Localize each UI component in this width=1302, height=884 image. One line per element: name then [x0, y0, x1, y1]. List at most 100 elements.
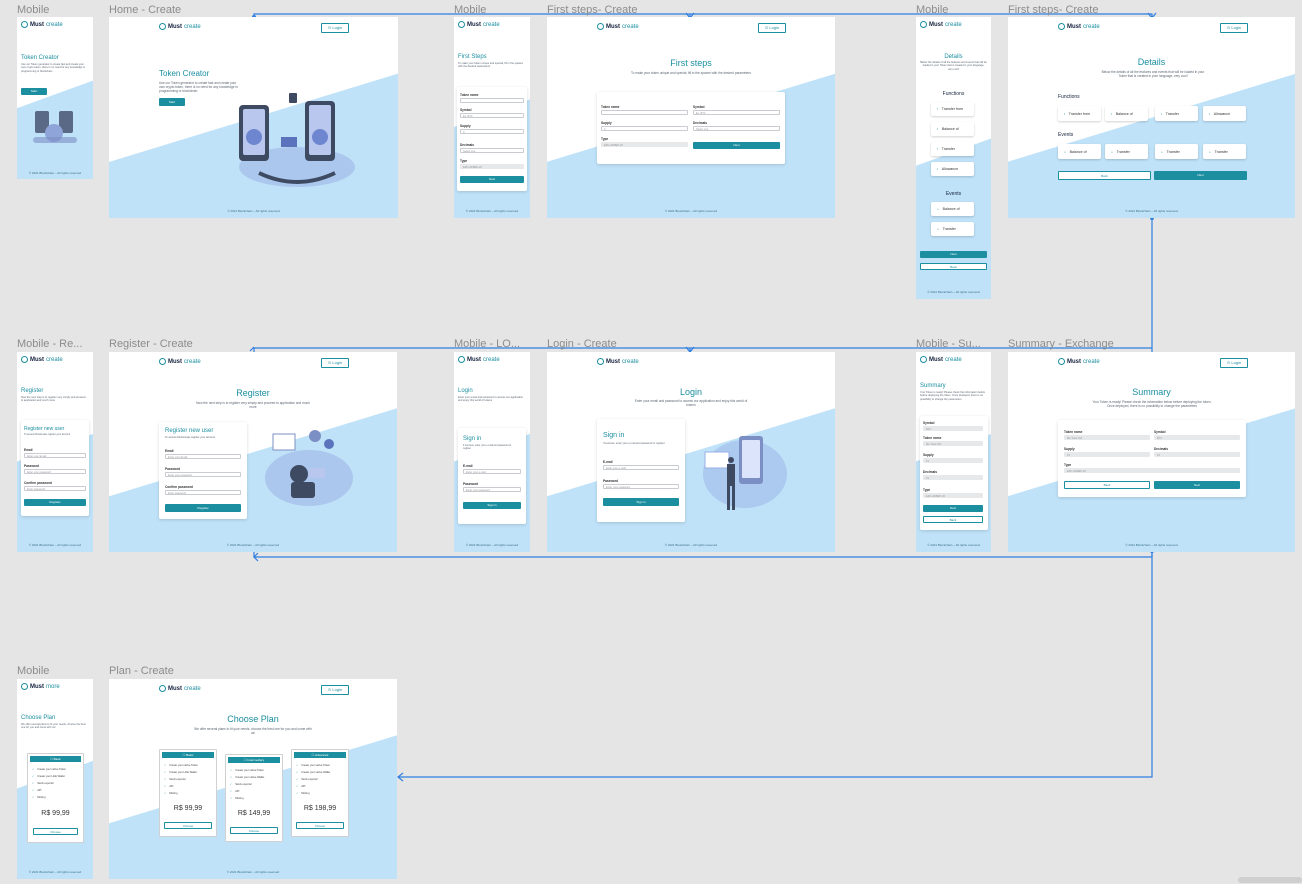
password-input[interactable]: Enter your password: [165, 472, 241, 477]
choose-button[interactable]: Choose: [33, 828, 78, 835]
password-input[interactable]: Enter your password: [603, 484, 679, 489]
next-button[interactable]: Next: [693, 142, 780, 149]
functions-heading: Functions: [942, 91, 965, 97]
confirm-password-input[interactable]: Enter password: [24, 486, 86, 491]
frame-first-steps-create[interactable]: Must create ⊙ Login First steps To make y…: [547, 17, 835, 218]
password-input[interactable]: Enter your password: [24, 469, 86, 474]
event-chip[interactable]: ⇔ Transfer: [1203, 144, 1246, 159]
footer-text: © 2021 Blockchain – All rights reserved: [28, 543, 82, 547]
plan-card-basic: ☐ Basic ✓ Create your native Token ✓ Creat…: [159, 749, 217, 837]
plan-feature: ✓ API: [296, 785, 306, 788]
function-chip[interactable]: ♁ Transfer: [931, 142, 974, 156]
frame-mobile-first-steps[interactable]: Must create First Steps To make your toke…: [454, 17, 530, 218]
start-button[interactable]: Start: [159, 98, 185, 106]
event-chip[interactable]: ⇔ Balance of: [1058, 144, 1101, 159]
symbol-label: Symbol: [1154, 430, 1166, 434]
frame-mobile-summary[interactable]: Must create Summary Your Token is ready! …: [916, 352, 991, 552]
function-chip[interactable]: ♁ Allowance: [1203, 106, 1246, 121]
brand-logo: Must create: [21, 356, 63, 363]
event-chip[interactable]: ⇔ Balance of: [931, 202, 974, 216]
back-button[interactable]: Back: [1058, 171, 1151, 180]
frame-plan-create[interactable]: Must create ⊙ Login Choose Plan We offer …: [109, 679, 397, 879]
symbol-input[interactable]: Ex. BTC: [460, 113, 524, 118]
start-button[interactable]: Start: [21, 88, 47, 95]
email-input[interactable]: Enter your e-mail: [463, 469, 521, 474]
event-chip[interactable]: ⇔ Transfer: [1105, 144, 1148, 159]
page-title: Choose Plan: [21, 715, 56, 721]
next-button[interactable]: Next: [460, 176, 524, 183]
login-button[interactable]: ⊙ Login: [758, 23, 786, 33]
confirm-password-input[interactable]: Enter password: [165, 490, 241, 495]
frame-details-create[interactable]: Must create ⊙ Login Details Below the det…: [1008, 17, 1295, 218]
event-chip[interactable]: ⇔ Transfer: [1155, 144, 1198, 159]
token-name-input[interactable]: [601, 110, 688, 115]
function-chip[interactable]: ♁ Allowance: [931, 162, 974, 176]
login-button[interactable]: ⊙ Login: [1220, 23, 1248, 33]
logo-icon: [1058, 23, 1065, 30]
login-button[interactable]: ⊙ Login: [1220, 358, 1248, 368]
register-button[interactable]: Register: [24, 499, 86, 506]
decimals-select[interactable]: Select one: [693, 126, 780, 131]
page-description: To make your token unique and special, f…: [458, 62, 523, 69]
function-chip[interactable]: ♁ Transfer from: [931, 102, 974, 116]
decimals-select[interactable]: Select one: [460, 148, 524, 153]
decimals-label: Decimals: [1154, 447, 1168, 451]
type-label: Type: [601, 137, 609, 141]
email-label: Email: [24, 448, 33, 452]
frame-mobile-details[interactable]: Must create Details Below the details of …: [916, 17, 991, 299]
sign-in-button[interactable]: Sign in: [603, 498, 679, 506]
arrows-icon: ⇔: [1063, 149, 1067, 154]
email-input[interactable]: Enter your Email: [165, 454, 241, 459]
frame-label: Mobile: [17, 4, 50, 16]
page-description: Enter your email and password to access …: [634, 399, 748, 407]
back-button[interactable]: Back: [1064, 481, 1150, 489]
token-illustration: [33, 111, 77, 143]
frame-summary-exchange[interactable]: Must create ⊙ Login Summary Your Token is…: [1008, 352, 1295, 552]
function-chip[interactable]: ♁ Balance of: [931, 122, 974, 136]
frame-label: Register - Create: [109, 338, 193, 350]
password-label: Password: [24, 464, 40, 468]
event-chip[interactable]: ⇔ Transfer: [931, 222, 974, 236]
next-button[interactable]: Next: [1154, 171, 1247, 180]
frame-mobile-plan[interactable]: Must more Choose Plan We offer several pl…: [17, 679, 93, 879]
footer-text: © 2021 Blockchain – All rights reserved: [927, 290, 980, 294]
brand-logo: Must create: [159, 23, 201, 30]
canvas-scrollbar[interactable]: [1238, 877, 1302, 883]
decimals-label: Decimals: [923, 470, 937, 474]
function-chip[interactable]: ♁ Balance of: [1105, 106, 1148, 121]
page-description: Now the next step is to register very si…: [196, 401, 310, 409]
choose-button[interactable]: Choose: [164, 822, 212, 829]
login-illustration: [703, 436, 787, 510]
token-name-input[interactable]: [460, 98, 524, 103]
symbol-input[interactable]: Ex. BTC: [693, 110, 780, 115]
back-button[interactable]: Back: [923, 516, 983, 523]
frame-mobile-home[interactable]: Must create Token Creator Use our Token g…: [17, 17, 93, 179]
events-heading: Events: [945, 191, 962, 197]
supply-input[interactable]: 0: [601, 126, 688, 131]
page-description: We offer several plans to fit your needs…: [194, 727, 312, 735]
function-chip[interactable]: ♁ Transfer from: [1058, 106, 1101, 121]
sign-in-button[interactable]: Sign in: [463, 502, 521, 509]
email-input[interactable]: Enter your e-mail: [603, 465, 679, 470]
plan-feature: ✓ API: [164, 785, 174, 788]
function-chip[interactable]: ♁ Transfer: [1155, 106, 1198, 121]
choose-button[interactable]: Choose: [230, 827, 278, 834]
frame-register-create[interactable]: Must create ⊙ Login Register Now the next…: [109, 352, 397, 552]
supply-input[interactable]: 0: [460, 129, 524, 134]
next-button[interactable]: Next: [923, 505, 983, 512]
next-button[interactable]: Next: [1154, 481, 1240, 489]
choose-button[interactable]: Choose: [296, 822, 344, 829]
login-button[interactable]: ⊙ Login: [321, 685, 349, 695]
frame-home-create[interactable]: Must create ⊙ Login Token Creator Use our…: [109, 17, 398, 218]
login-button[interactable]: ⊙ Login: [321, 23, 349, 33]
email-input[interactable]: Enter your Email: [24, 453, 86, 458]
page-title: Choose Plan: [227, 714, 279, 724]
login-button[interactable]: ⊙ Login: [321, 358, 349, 368]
next-button[interactable]: Next: [920, 251, 987, 258]
frame-login-create[interactable]: Must create Login Enter your email and pa…: [547, 352, 835, 552]
password-input[interactable]: Enter your password: [463, 487, 521, 492]
back-button[interactable]: Back: [920, 263, 987, 270]
register-button[interactable]: Register: [165, 504, 241, 512]
frame-mobile-login[interactable]: Must create Login Enter your email and pa…: [454, 352, 530, 552]
frame-mobile-register[interactable]: Must create Register Now the next step is…: [17, 352, 93, 552]
